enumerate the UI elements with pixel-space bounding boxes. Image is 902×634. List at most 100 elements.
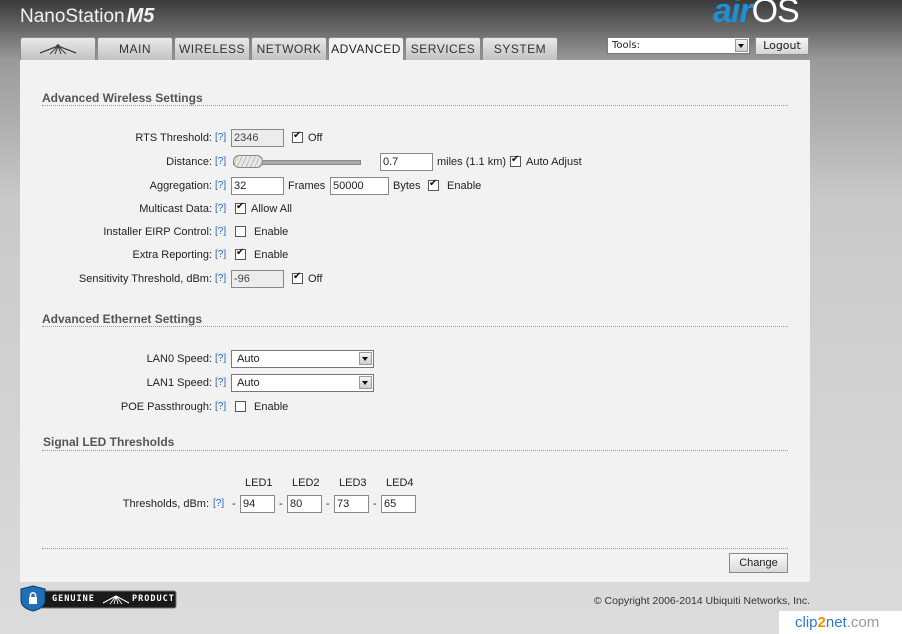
led1-input[interactable]: 94 — [240, 495, 275, 513]
genuine-product-badge: GENUINE PRODUCT — [20, 585, 178, 612]
led-dash: - — [373, 498, 377, 510]
product-name: NanoStation M5 — [20, 5, 154, 28]
led3-header: LED3 — [339, 477, 367, 489]
tab-network[interactable]: NETWORK — [251, 37, 327, 60]
thresholds-label: Thresholds, dBm: — [122, 498, 209, 510]
aggregation-label: Aggregation: — [149, 180, 212, 192]
sensitivity-label: Sensitivity Threshold, dBm: — [78, 273, 212, 285]
watermark: clip2net.com — [779, 611, 902, 634]
frames-label: Frames — [288, 180, 326, 192]
aggregation-enable-label: Enable — [447, 180, 482, 192]
multicast-allow-all-checkbox[interactable] — [235, 201, 246, 214]
tab-system[interactable]: SYSTEM — [482, 37, 558, 60]
led1-header: LED1 — [245, 477, 273, 489]
copyright-text: © Copyright 2006-2014 Ubiquiti Networks,… — [593, 595, 810, 607]
auto-adjust-checkbox[interactable] — [510, 154, 521, 167]
aggregation-enable-checkbox[interactable] — [428, 178, 439, 191]
tools-select-value: Tools: — [612, 40, 641, 51]
logout-button[interactable]: Logout — [755, 37, 809, 55]
sensitivity-off-checkbox[interactable] — [292, 271, 303, 284]
product-label: NanoStation — [20, 6, 125, 27]
bytes-label: Bytes — [393, 180, 421, 192]
watermark-c: net — [825, 614, 847, 631]
tab-wireless[interactable]: WIRELESS — [174, 37, 250, 60]
led4-input[interactable]: 65 — [381, 495, 416, 513]
extra-reporting-checkbox[interactable] — [235, 247, 246, 260]
poe-passthrough-label: POE Passthrough: — [120, 401, 212, 413]
distance-help-link[interactable]: [?] — [215, 156, 226, 167]
model-label: M5 — [126, 5, 155, 27]
rts-threshold-input[interactable]: 2346 — [231, 129, 284, 147]
section-divider — [42, 105, 788, 106]
chevron-down-icon — [359, 352, 372, 365]
extra-reporting-help-link[interactable]: [?] — [215, 249, 226, 260]
multicast-help-link[interactable]: [?] — [215, 203, 226, 214]
watermark-d: .com — [846, 614, 880, 631]
badge-product-text: PRODUCT — [132, 594, 175, 604]
multicast-label: Multicast Data: — [139, 203, 212, 215]
watermark-a: clip — [795, 614, 818, 631]
sensitivity-off-label: Off — [308, 273, 323, 285]
led-dash: - — [326, 498, 330, 510]
tab-services[interactable]: SERVICES — [405, 37, 481, 60]
tab-advanced[interactable]: ADVANCED — [328, 37, 404, 61]
led-dash: - — [279, 498, 283, 510]
led2-input[interactable]: 80 — [287, 495, 322, 513]
lan1-speed-label: LAN1 Speed: — [146, 377, 212, 389]
lan0-speed-label: LAN0 Speed: — [146, 353, 212, 365]
rts-off-label: Off — [308, 132, 323, 144]
distance-input[interactable]: 0.7 — [380, 153, 433, 171]
lan1-speed-value: Auto — [237, 377, 260, 389]
bytes-input[interactable]: 50000 — [330, 177, 389, 195]
aggregation-help-link[interactable]: [?] — [215, 180, 226, 191]
section-title-wireless: Advanced Wireless Settings — [42, 91, 203, 105]
allow-all-label: Allow All — [251, 203, 292, 215]
eirp-enable-checkbox[interactable] — [235, 226, 246, 237]
watermark-b: 2 — [817, 614, 826, 631]
rts-threshold-label: RTS Threshold: — [135, 132, 212, 144]
logo-air: air — [713, 0, 753, 30]
ubiquiti-logo-icon — [39, 44, 77, 55]
lan1-speed-select[interactable]: Auto — [231, 374, 374, 392]
eirp-label: Installer EIRP Control: — [103, 226, 212, 238]
lan1-help-link[interactable]: [?] — [215, 377, 226, 388]
led4-header: LED4 — [386, 477, 414, 489]
section-title-led: Signal LED Thresholds — [43, 435, 175, 449]
led2-header: LED2 — [292, 477, 320, 489]
thresholds-help-link[interactable]: [?] — [213, 498, 224, 509]
change-button[interactable]: Change — [729, 553, 788, 573]
led3-input[interactable]: 73 — [334, 495, 369, 513]
sensitivity-help-link[interactable]: [?] — [215, 273, 226, 284]
eirp-enable-label: Enable — [254, 226, 289, 238]
rts-off-checkbox[interactable] — [292, 130, 303, 143]
sensitivity-input[interactable]: -96 — [231, 270, 284, 288]
footer-divider — [42, 548, 788, 549]
poe-enable-checkbox[interactable] — [235, 401, 246, 412]
logo-os: OS — [751, 0, 800, 30]
eirp-help-link[interactable]: [?] — [215, 226, 226, 237]
section-divider — [42, 450, 788, 451]
distance-slider-handle[interactable] — [233, 155, 263, 168]
distance-unit-label: miles (1.1 km) — [437, 156, 507, 168]
extra-reporting-label: Extra Reporting: — [132, 249, 212, 261]
chevron-down-icon — [359, 376, 372, 389]
distance-label: Distance: — [166, 156, 212, 168]
section-title-ethernet: Advanced Ethernet Settings — [42, 312, 203, 326]
tab-main[interactable]: MAIN — [97, 37, 173, 60]
frames-input[interactable]: 32 — [231, 177, 284, 195]
extra-reporting-enable-label: Enable — [254, 249, 289, 261]
poe-help-link[interactable]: [?] — [215, 401, 226, 412]
rts-help-link[interactable]: [?] — [215, 132, 226, 143]
tab-ubnt-logo[interactable] — [20, 37, 96, 60]
chevron-down-icon — [735, 39, 748, 52]
poe-enable-label: Enable — [254, 401, 289, 413]
badge-genuine-text: GENUINE — [52, 594, 95, 604]
lan0-speed-value: Auto — [237, 353, 260, 365]
section-divider — [42, 326, 788, 327]
auto-adjust-label: Auto Adjust — [526, 156, 582, 168]
led-dash: - — [232, 498, 236, 510]
lan0-help-link[interactable]: [?] — [215, 353, 226, 364]
airos-logo: airOS — [713, 0, 800, 31]
tools-select[interactable]: Tools: — [607, 37, 750, 54]
lan0-speed-select[interactable]: Auto — [231, 350, 374, 368]
